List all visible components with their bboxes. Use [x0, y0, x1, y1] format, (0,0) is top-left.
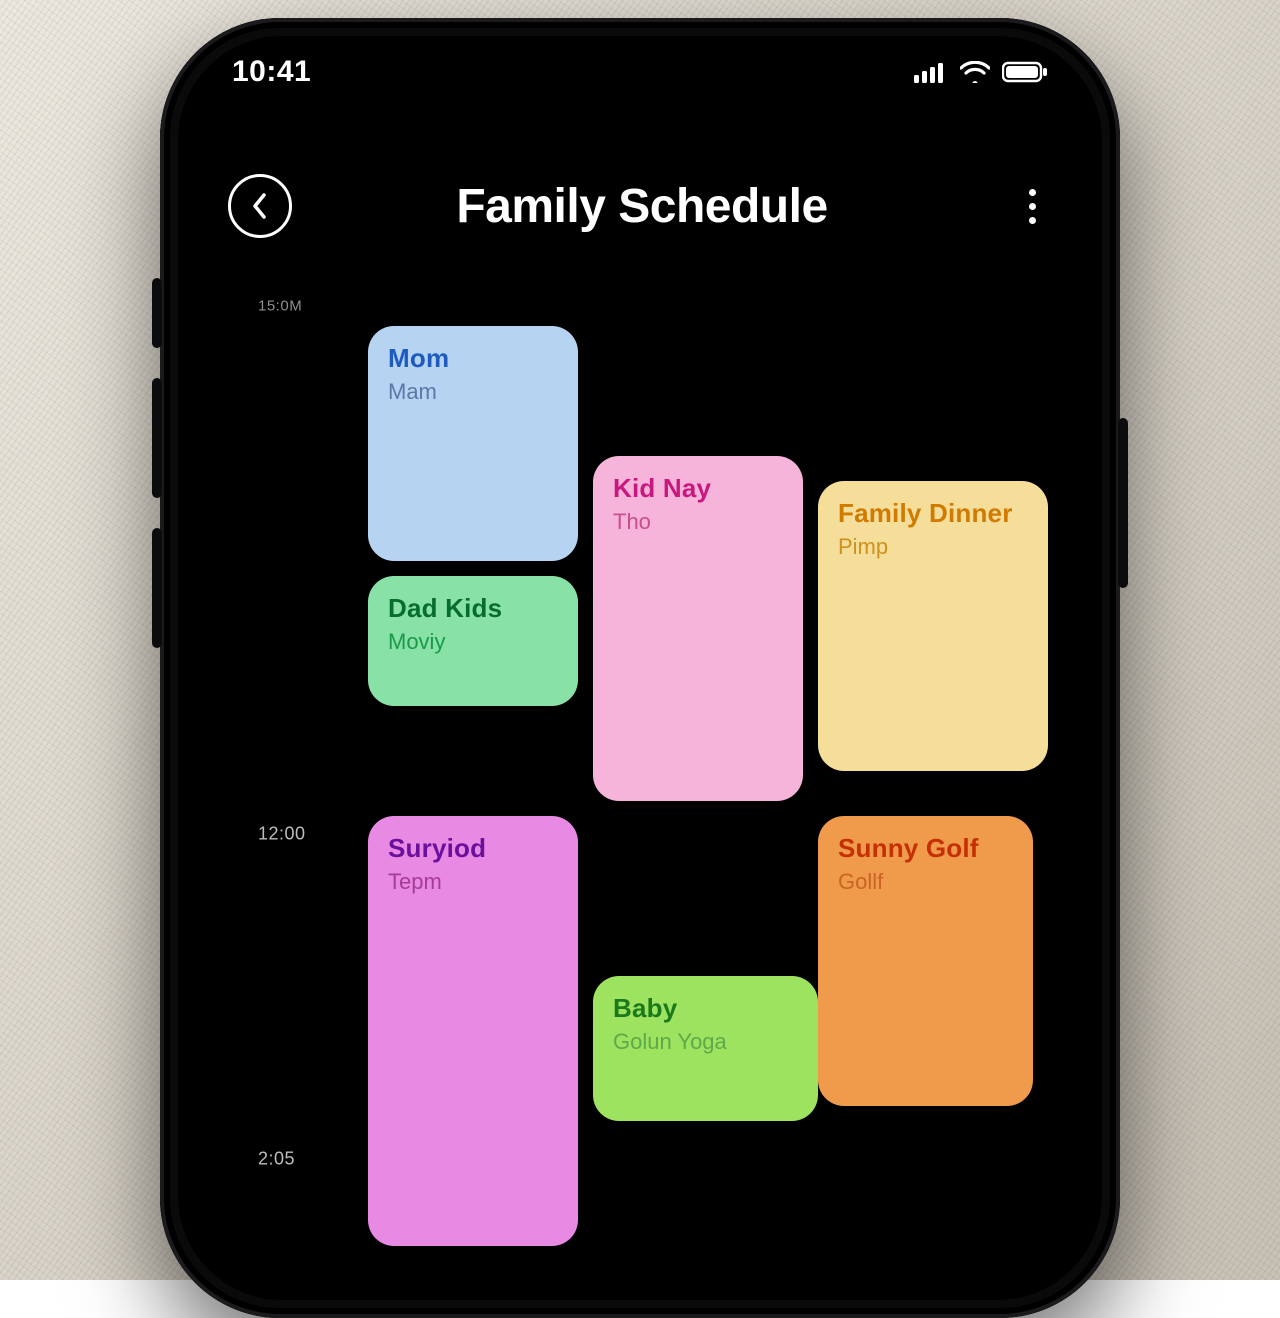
event-subtitle: Gollf — [838, 869, 1013, 895]
event-card-baby[interactable]: Baby Golun Yoga — [593, 976, 818, 1121]
event-card-kid[interactable]: Kid Nay Tho — [593, 456, 803, 801]
status-bar: 10:41 — [178, 36, 1102, 108]
phone-power-button — [1118, 418, 1128, 588]
event-subtitle: Golun Yoga — [613, 1029, 798, 1055]
event-title: Suryiod — [388, 834, 558, 863]
phone-side-button — [152, 278, 162, 348]
event-title: Sunny Golf — [838, 834, 1013, 863]
more-menu-button[interactable] — [1012, 174, 1052, 238]
event-card-suryiod[interactable]: Suryiod Tepm — [368, 816, 578, 1246]
phone-volume-down — [152, 528, 162, 648]
event-subtitle: Pimp — [838, 534, 1028, 560]
time-marker: 2:05 — [258, 1149, 295, 1170]
event-subtitle: Mam — [388, 379, 558, 405]
phone-volume-up — [152, 378, 162, 498]
phone-frame: 10:41 — [160, 18, 1120, 1318]
battery-icon — [1002, 61, 1048, 83]
schedule-timeline[interactable]: 15:0M 12:00 2:05 Mom Mam Kid Nay Tho Fam… — [178, 276, 1102, 1300]
event-card-dad-kids[interactable]: Dad Kids Moviy — [368, 576, 578, 706]
time-marker: 15:0M — [258, 298, 302, 315]
kebab-icon — [1029, 189, 1036, 224]
event-subtitle: Moviy — [388, 629, 558, 655]
event-title: Baby — [613, 994, 798, 1023]
page-title: Family Schedule — [272, 179, 1012, 234]
event-title: Kid Nay — [613, 474, 783, 503]
phone-screen: 10:41 — [178, 36, 1102, 1300]
wifi-icon — [960, 61, 990, 83]
event-title: Dad Kids — [388, 594, 558, 623]
status-time: 10:41 — [232, 55, 311, 89]
event-title: Mom — [388, 344, 558, 373]
chevron-left-icon — [249, 191, 271, 221]
status-indicators — [914, 61, 1048, 83]
app-header: Family Schedule — [178, 166, 1102, 246]
time-marker: 12:00 — [258, 824, 306, 845]
cellular-icon — [914, 61, 948, 83]
event-card-family-dinner[interactable]: Family Dinner Pimp — [818, 481, 1048, 771]
event-subtitle: Tho — [613, 509, 783, 535]
event-subtitle: Tepm — [388, 869, 558, 895]
event-card-mom[interactable]: Mom Mam — [368, 326, 578, 561]
event-title: Family Dinner — [838, 499, 1028, 528]
event-card-sunny-golf[interactable]: Sunny Golf Gollf — [818, 816, 1033, 1106]
